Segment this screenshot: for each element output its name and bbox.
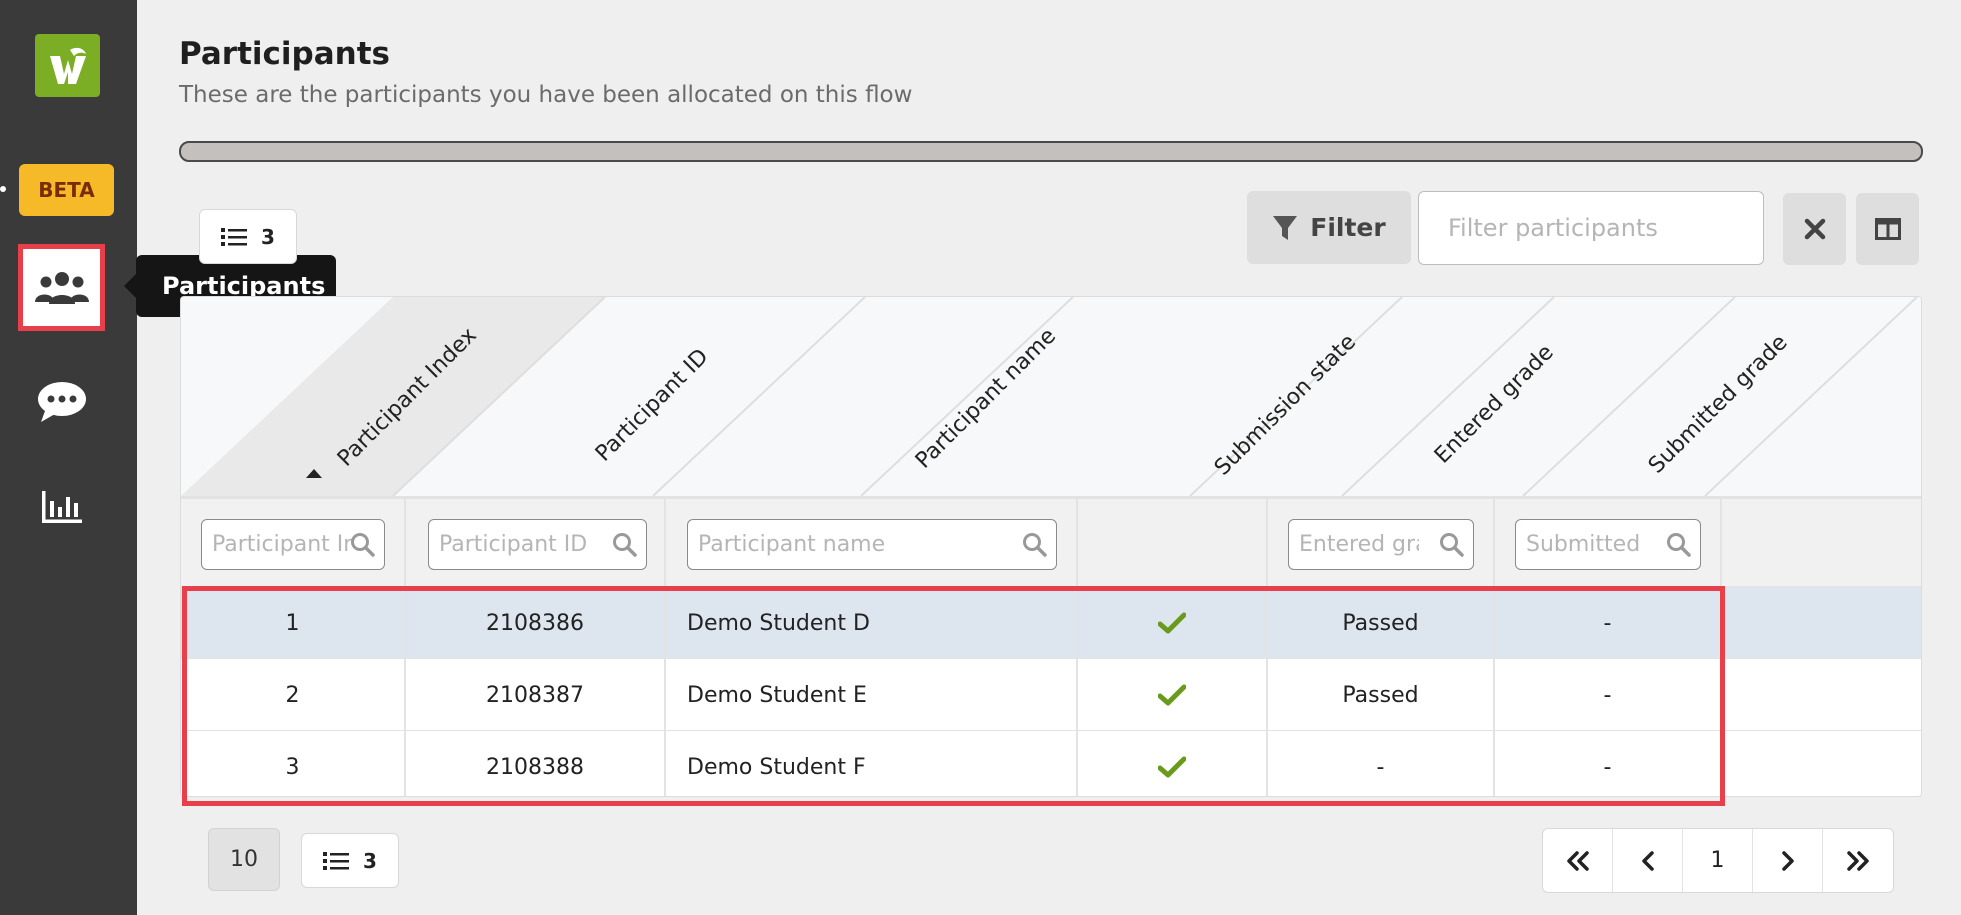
chevron-right-icon — [1781, 850, 1794, 871]
page-size-button[interactable]: 10 — [208, 828, 280, 891]
sidebar-item-messages[interactable] — [18, 358, 105, 445]
filter-cell — [666, 499, 1078, 589]
cell-participant-id: 2108386 — [406, 587, 666, 659]
cell-participant-index: 1 — [181, 587, 406, 659]
cell-participant-name: Demo Student F — [666, 731, 1078, 796]
cell-participant-name: Demo Student E — [666, 659, 1078, 731]
search-icon — [1667, 533, 1691, 557]
first-page-button[interactable] — [1543, 829, 1613, 892]
list-icon — [323, 851, 350, 870]
cell-submission-state — [1078, 731, 1268, 796]
sort-ascending-icon — [306, 469, 322, 478]
sidebar-item-reports[interactable] — [18, 463, 105, 550]
filter-icon — [1273, 215, 1298, 240]
cell-participant-id: 2108387 — [406, 659, 666, 731]
filter-button-label: Filter — [1310, 213, 1386, 242]
cell-entered-grade: - — [1268, 731, 1495, 796]
chevron-left-icon — [1641, 850, 1654, 871]
search-icon — [1023, 533, 1047, 557]
beta-badge: BETA — [19, 164, 114, 216]
previous-page-button[interactable] — [1613, 829, 1683, 892]
close-icon — [1804, 218, 1825, 240]
submitted-grade-filter[interactable] — [1515, 519, 1701, 570]
progress-bar — [179, 141, 1923, 162]
app-logo[interactable] — [35, 34, 100, 97]
cell-participant-index: 2 — [181, 659, 406, 731]
sidebar-item-participants[interactable] — [18, 244, 105, 331]
filter-cell — [181, 499, 406, 589]
filter-cell-empty — [1078, 499, 1268, 589]
list-count-button[interactable]: 3 — [199, 209, 297, 264]
table-header: Participant Index Participant ID Partici… — [181, 297, 1921, 496]
double-chevron-right-icon — [1847, 850, 1869, 871]
columns-icon — [1874, 218, 1901, 240]
cell-submitted-grade: - — [1495, 587, 1722, 659]
results-count: 3 — [363, 848, 377, 873]
cell-participant-name: Demo Student D — [666, 587, 1078, 659]
last-page-button[interactable] — [1823, 829, 1893, 892]
checkmark-icon — [1158, 756, 1186, 778]
list-icon — [221, 227, 248, 246]
filter-button[interactable]: Filter — [1247, 191, 1411, 264]
cell-submission-state — [1078, 659, 1268, 731]
active-indicator-dot — [0, 186, 6, 192]
table-row[interactable]: 3 2108388 Demo Student F - - — [181, 730, 1921, 796]
cell-submitted-grade: - — [1495, 659, 1722, 731]
sidebar: BETA — [0, 0, 137, 915]
cell-entered-grade: Passed — [1268, 587, 1495, 659]
cell-participant-index: 3 — [181, 731, 406, 796]
list-count: 3 — [261, 224, 275, 249]
columns-toggle-button[interactable] — [1856, 193, 1919, 265]
column-filter-row — [181, 496, 1921, 589]
participant-index-filter[interactable] — [201, 519, 385, 570]
filter-cell — [1495, 499, 1722, 589]
clear-filter-button[interactable] — [1783, 193, 1846, 265]
participants-table: Participant Index Participant ID Partici… — [180, 296, 1922, 797]
participant-id-filter-input[interactable] — [439, 520, 609, 569]
cell-entered-grade: Passed — [1268, 659, 1495, 731]
users-icon — [34, 271, 89, 304]
participant-index-filter-input[interactable] — [212, 520, 352, 569]
page-title: Participants — [179, 36, 390, 72]
pagination: 1 — [1542, 828, 1894, 893]
table-row[interactable]: 2 2108387 Demo Student E Passed - — [181, 658, 1921, 731]
participant-name-filter[interactable] — [687, 519, 1057, 570]
cell-submitted-grade: - — [1495, 731, 1722, 796]
participant-name-filter-input[interactable] — [698, 520, 1018, 569]
entered-grade-filter-input[interactable] — [1299, 520, 1419, 569]
page-subtitle: These are the participants you have been… — [179, 82, 913, 108]
table-row[interactable]: 1 2108386 Demo Student D Passed - — [181, 586, 1921, 659]
submitted-grade-filter-input[interactable] — [1526, 520, 1646, 569]
results-count-button[interactable]: 3 — [301, 833, 399, 888]
logo-icon — [49, 47, 86, 84]
checkmark-icon — [1158, 612, 1186, 634]
entered-grade-filter[interactable] — [1288, 519, 1474, 570]
cell-submission-state — [1078, 587, 1268, 659]
checkmark-icon — [1158, 684, 1186, 706]
filter-cell — [406, 499, 666, 589]
filter-cell — [1268, 499, 1495, 589]
search-icon — [351, 533, 375, 557]
search-icon — [1440, 533, 1464, 557]
cell-participant-id: 2108388 — [406, 731, 666, 796]
bar-chart-icon — [41, 490, 82, 523]
participant-id-filter[interactable] — [428, 519, 647, 570]
search-icon — [613, 533, 637, 557]
current-page-button[interactable]: 1 — [1683, 829, 1753, 892]
next-page-button[interactable] — [1753, 829, 1823, 892]
chat-icon — [37, 381, 86, 422]
filter-participants-input[interactable] — [1418, 191, 1764, 265]
double-chevron-left-icon — [1566, 850, 1589, 871]
